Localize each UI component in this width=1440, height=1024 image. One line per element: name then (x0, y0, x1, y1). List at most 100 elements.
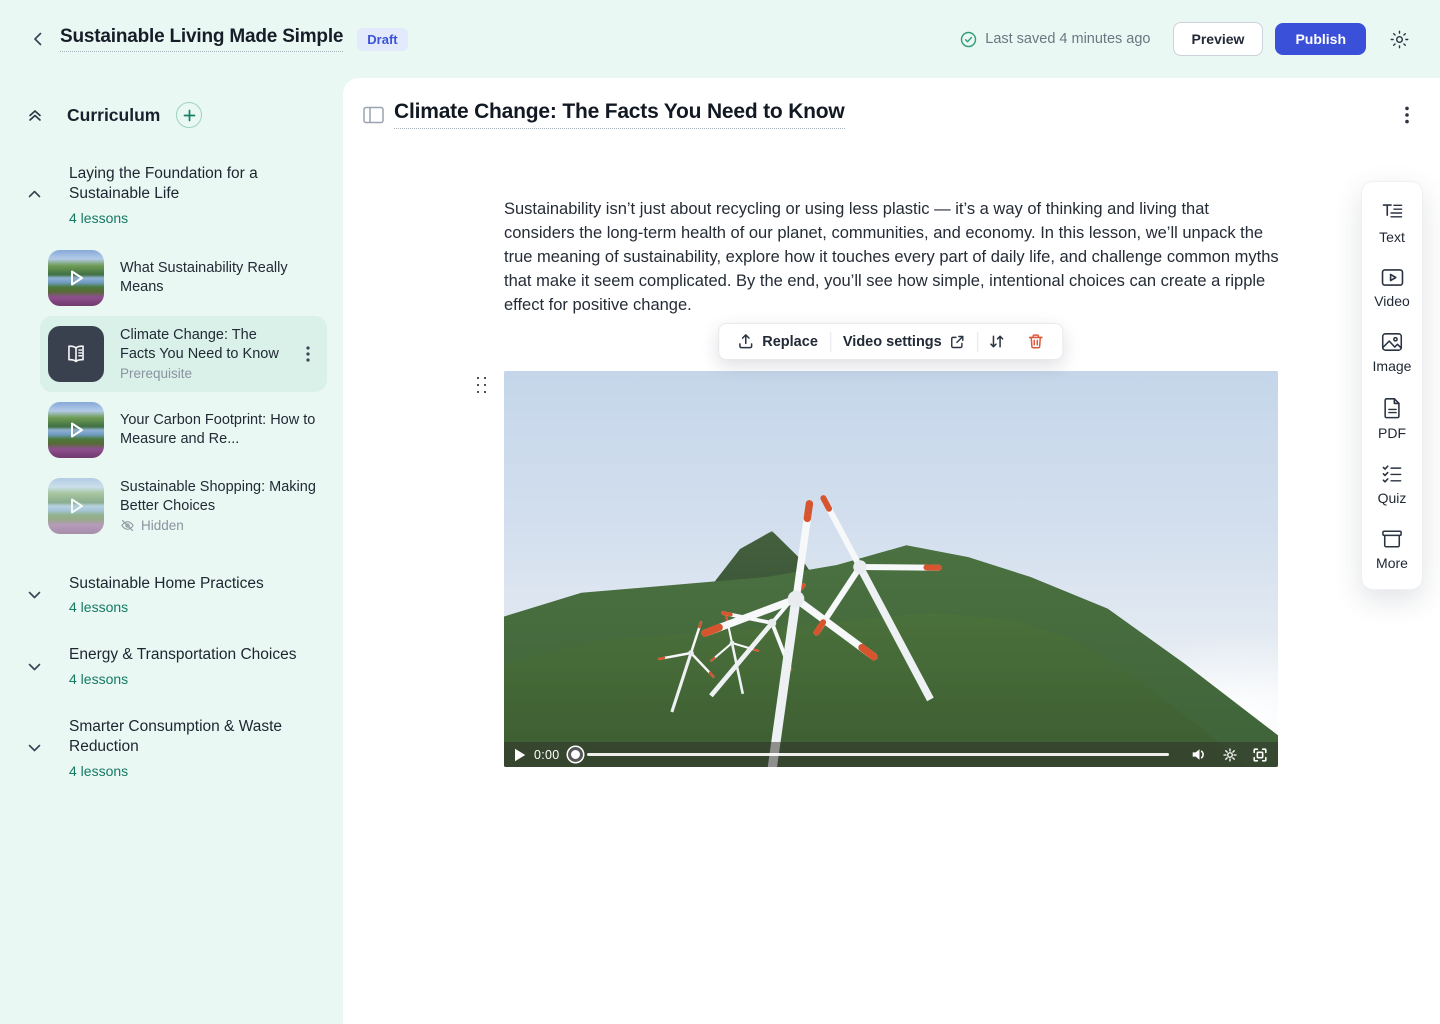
chevron-up-icon (24, 184, 45, 205)
lesson-item-video[interactable]: Your Carbon Footprint: How to Measure an… (40, 392, 327, 468)
block-drag-handle[interactable] (476, 376, 490, 394)
section-title-wrap: Laying the Foundation for a Sustainable … (69, 164, 309, 226)
more-block-icon (1381, 529, 1403, 549)
lesson-page-title[interactable]: Climate Change: The Facts You Need to Kn… (394, 100, 845, 129)
play-icon (48, 402, 104, 458)
player-settings-icon[interactable] (1222, 747, 1238, 763)
lesson-title: Climate Change: The Facts You Need to Kn… (120, 326, 283, 363)
pdf-block-icon (1383, 397, 1402, 419)
preview-button[interactable]: Preview (1173, 22, 1264, 56)
scrubber-handle[interactable] (568, 747, 583, 762)
video-settings-button[interactable]: Video settings (831, 324, 978, 359)
video-settings-label: Video settings (843, 334, 942, 350)
save-status-text: Last saved 4 minutes ago (985, 31, 1150, 47)
publish-button[interactable]: Publish (1275, 23, 1366, 55)
section-toggle[interactable]: Laying the Foundation for a Sustainable … (24, 164, 327, 226)
plus-icon (183, 109, 196, 122)
check-circle-icon (960, 31, 977, 48)
topbar: Sustainable Living Made Simple Draft Las… (0, 0, 1440, 78)
curriculum-title: Curriculum (67, 105, 160, 126)
lesson-header: Climate Change: The Facts You Need to Kn… (362, 100, 1420, 129)
video-player[interactable]: 0:00 (504, 371, 1278, 767)
curriculum-section: Smarter Consumption & Waste Reduction 4 … (24, 717, 327, 779)
lesson-title: Your Carbon Footprint: How to Measure an… (120, 411, 317, 448)
curriculum-section: Energy & Transportation Choices 4 lesson… (24, 645, 327, 686)
save-status: Last saved 4 minutes ago (960, 31, 1150, 48)
chevron-down-icon (24, 584, 45, 605)
curriculum-sidebar: Curriculum Laying the Foundation for a S… (0, 78, 343, 1024)
video-controls-bar: 0:00 (504, 742, 1278, 767)
curriculum-section: Laying the Foundation for a Sustainable … (24, 164, 327, 544)
play-button[interactable] (514, 748, 526, 762)
progress-track[interactable] (587, 753, 1169, 756)
lesson-title: What Sustainability Really Means (120, 259, 317, 296)
palette-label: Text (1379, 229, 1405, 245)
palette-item-quiz[interactable]: Quiz (1378, 464, 1407, 506)
palette-item-video[interactable]: Video (1374, 268, 1410, 309)
lesson-count: 4 lessons (69, 599, 264, 615)
play-icon (48, 478, 104, 534)
block-palette: Text Video Image PDF Quiz More (1361, 181, 1423, 590)
video-thumbnail (48, 250, 104, 306)
settings-button[interactable] (1382, 22, 1416, 56)
replace-button[interactable]: Replace (725, 324, 830, 359)
lesson-item-hidden[interactable]: Sustainable Shopping: Making Better Choi… (40, 468, 327, 544)
hidden-label: Hidden (141, 518, 184, 533)
palette-item-pdf[interactable]: PDF (1378, 397, 1406, 441)
lesson-meta: Hidden (120, 518, 317, 533)
wind-turbines-graphic (504, 371, 1278, 767)
palette-label: More (1376, 555, 1408, 571)
double-chevron-up-icon (26, 106, 44, 124)
add-section-button[interactable] (176, 102, 202, 128)
section-toggle[interactable]: Energy & Transportation Choices 4 lesson… (24, 645, 327, 686)
palette-label: Image (1373, 358, 1412, 374)
open-book-icon (63, 341, 89, 367)
current-time: 0:00 (534, 748, 560, 762)
lesson-count: 4 lessons (69, 210, 309, 226)
lesson-item-selected[interactable]: Climate Change: The Facts You Need to Kn… (40, 316, 327, 392)
trash-icon (1028, 333, 1045, 350)
lesson-meta: Prerequisite (120, 366, 283, 381)
back-button[interactable] (24, 25, 52, 53)
eye-off-icon (120, 518, 135, 533)
gear-icon (1389, 29, 1410, 50)
palette-item-text[interactable]: Text (1379, 202, 1405, 245)
replace-label: Replace (762, 334, 818, 350)
video-block-icon (1381, 268, 1404, 287)
palette-label: Video (1374, 293, 1410, 309)
lessons-list: What Sustainability Really Means Climate… (24, 240, 327, 544)
volume-icon[interactable] (1191, 747, 1208, 762)
video-thumbnail (48, 478, 104, 534)
swap-arrows-icon (989, 333, 1006, 350)
text-block-icon (1381, 202, 1404, 223)
section-title: Energy & Transportation Choices (69, 645, 296, 665)
lesson-menu-button[interactable] (1394, 102, 1420, 128)
section-title: Smarter Consumption & Waste Reduction (69, 717, 309, 758)
section-toggle[interactable]: Smarter Consumption & Waste Reduction 4 … (24, 717, 327, 779)
palette-label: PDF (1378, 425, 1406, 441)
panel-icon (363, 106, 384, 124)
fullscreen-icon[interactable] (1252, 747, 1268, 763)
course-title[interactable]: Sustainable Living Made Simple (60, 26, 343, 52)
video-block-toolbar: Replace Video settings (718, 323, 1063, 360)
section-title: Laying the Foundation for a Sustainable … (69, 164, 309, 205)
external-link-icon (950, 334, 966, 350)
grip-dots-icon (476, 376, 490, 394)
sidebar-toggle-button[interactable] (362, 104, 384, 126)
upload-icon (737, 333, 754, 350)
palette-item-more[interactable]: More (1376, 529, 1408, 571)
palette-label: Quiz (1378, 490, 1407, 506)
section-title: Sustainable Home Practices (69, 574, 264, 594)
reorder-button[interactable] (979, 324, 1016, 359)
lesson-kebab-button[interactable] (299, 346, 317, 362)
delete-block-button[interactable] (1016, 324, 1057, 359)
lesson-item-video[interactable]: What Sustainability Really Means (40, 240, 327, 316)
collapse-all-button[interactable] (24, 104, 46, 126)
quiz-block-icon (1381, 464, 1403, 484)
lesson-count: 4 lessons (69, 763, 309, 779)
curriculum-header: Curriculum (24, 102, 327, 128)
palette-item-image[interactable]: Image (1373, 332, 1412, 374)
lesson-body-text[interactable]: Sustainability isn’t just about recyclin… (504, 197, 1280, 317)
section-toggle[interactable]: Sustainable Home Practices 4 lessons (24, 574, 327, 615)
image-block-icon (1381, 332, 1403, 352)
